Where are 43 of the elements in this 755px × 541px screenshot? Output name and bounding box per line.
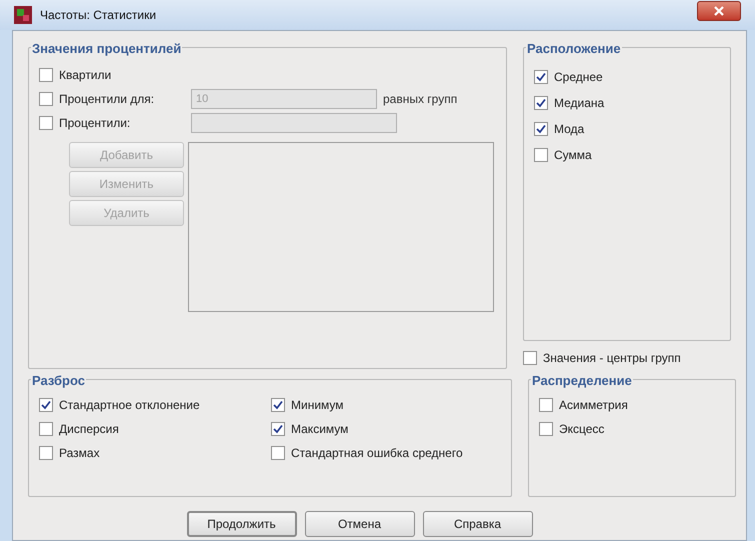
checkbox[interactable]: [39, 68, 53, 82]
checkmark-icon: [41, 400, 51, 410]
checkbox-label[interactable]: Размах: [59, 444, 100, 462]
checkbox-label[interactable]: Квартили: [59, 66, 112, 84]
checkmark-icon: [536, 72, 546, 82]
checkbox-label[interactable]: Медиана: [554, 94, 604, 112]
checkbox[interactable]: [534, 122, 548, 136]
checkbox[interactable]: [534, 96, 548, 110]
checkbox-label[interactable]: Максимум: [291, 420, 348, 438]
dialog-button[interactable]: Справка: [422, 511, 532, 537]
checkbox-label[interactable]: Значения - центры групп: [543, 349, 681, 367]
close-icon: [714, 6, 724, 16]
app-icon: [14, 6, 32, 24]
checkbox-label[interactable]: Сумма: [554, 146, 592, 164]
checkbox[interactable]: [539, 422, 553, 436]
checkbox[interactable]: [39, 398, 53, 412]
checkbox-label[interactable]: Среднее: [554, 68, 603, 86]
checkmark-icon: [536, 124, 546, 134]
checkbox-label[interactable]: Стандартная ошибка среднего: [291, 444, 463, 462]
window-title: Частоты: Статистики: [40, 7, 156, 24]
checkbox[interactable]: [534, 148, 548, 162]
checkbox[interactable]: [534, 70, 548, 84]
checkmark-icon: [536, 98, 546, 108]
checkbox-label[interactable]: Дисперсия: [59, 420, 119, 438]
checkmark-icon: [273, 424, 283, 434]
checkbox[interactable]: [271, 422, 285, 436]
checkbox[interactable]: [539, 398, 553, 412]
checkbox[interactable]: [271, 398, 285, 412]
checkbox[interactable]: [39, 446, 53, 460]
checkbox[interactable]: [39, 422, 53, 436]
field-suffix: равных групп: [383, 91, 458, 108]
checkbox[interactable]: [523, 351, 537, 365]
dialog-button[interactable]: Отмена: [304, 511, 414, 537]
close-button[interactable]: [697, 1, 741, 21]
checkbox[interactable]: [271, 446, 285, 460]
checkbox-label[interactable]: Минимум: [291, 396, 344, 414]
checkbox-label[interactable]: Асимметрия: [559, 396, 628, 414]
percentile-list[interactable]: [188, 142, 494, 312]
dialog-button[interactable]: Продолжить: [186, 511, 296, 537]
checkbox-label[interactable]: Мода: [554, 120, 584, 138]
checkmark-icon: [273, 400, 283, 410]
checkbox-label[interactable]: Эксцесс: [559, 420, 604, 438]
checkbox-label[interactable]: Стандартное отклонение: [59, 396, 200, 414]
